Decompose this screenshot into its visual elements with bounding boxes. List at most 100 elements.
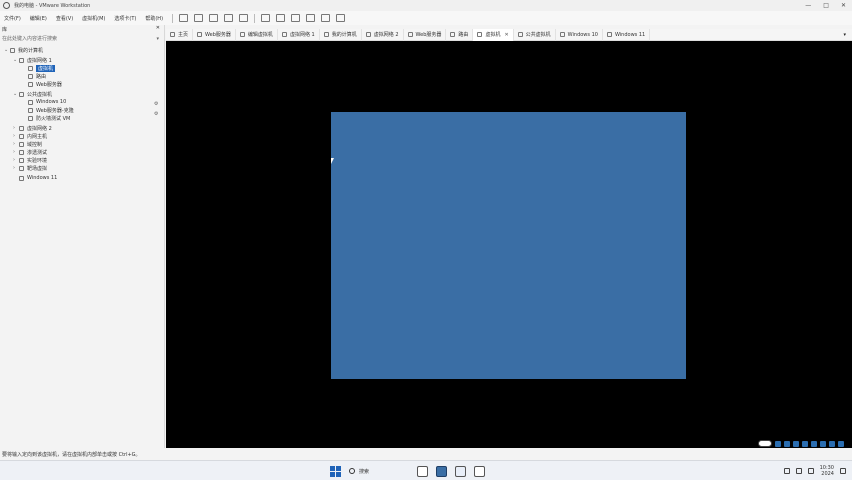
- vm-tab[interactable]: Web服务器: [193, 28, 236, 41]
- tab-list-chevron-icon[interactable]: ▾: [843, 32, 846, 38]
- vm-tab[interactable]: 路由: [446, 28, 474, 41]
- revert-snapshot-icon[interactable]: [224, 14, 234, 22]
- menu-edit[interactable]: 编辑(E): [30, 15, 47, 22]
- volume-icon[interactable]: [795, 468, 802, 474]
- chevron-down-icon[interactable]: ▾: [156, 36, 159, 42]
- vmware-icon: [3, 2, 10, 9]
- tree-item[interactable]: › 渗透测试: [13, 148, 47, 156]
- network-icon[interactable]: [783, 468, 790, 474]
- minimize-button[interactable]: —: [805, 2, 811, 9]
- vm-tab[interactable]: 虚拟机 ✕: [473, 28, 514, 41]
- close-tab-icon[interactable]: ✕: [504, 32, 508, 38]
- battery-icon[interactable]: [807, 468, 814, 474]
- shared-icon: ⚙: [154, 101, 159, 107]
- vm-tab[interactable]: Web服务器: [404, 28, 447, 41]
- unity-icon[interactable]: [306, 14, 316, 22]
- notification-icon[interactable]: [840, 468, 846, 474]
- vm-tab[interactable]: Windows 11: [603, 28, 651, 41]
- status-bar: 要将输入定向到该虚拟机，请在虚拟机内部单击或按 Ctrl+G。: [0, 448, 852, 460]
- home-icon: [170, 32, 175, 37]
- toolbar-separator: [172, 13, 174, 23]
- full-screen-icon[interactable]: [291, 14, 301, 22]
- send-ctrl-alt-del-icon[interactable]: [194, 14, 204, 22]
- tree-item[interactable]: › 域控制: [13, 140, 42, 148]
- snapshot-icon[interactable]: [209, 14, 219, 22]
- console-view-icon[interactable]: [321, 14, 331, 22]
- sound-icon[interactable]: [811, 440, 817, 447]
- vm-tab[interactable]: 虚拟网络 2: [362, 28, 404, 41]
- vm-tab[interactable]: 虚拟网络 1: [278, 28, 320, 41]
- tree-item[interactable]: ⌄ 虚拟网络 1: [13, 56, 52, 64]
- guest-screen[interactable]: [331, 112, 686, 379]
- input-indicator-icon[interactable]: [758, 440, 772, 447]
- tree-item[interactable]: ⌄ 我的计算机: [4, 46, 43, 54]
- tree-item[interactable]: Windows 11: [13, 174, 57, 182]
- vm-icon: [365, 32, 371, 37]
- tree-item[interactable]: › 内网主机: [13, 132, 47, 140]
- start-icon[interactable]: [330, 465, 341, 477]
- tree-item[interactable]: › 虚拟网络 2: [13, 124, 52, 132]
- close-button[interactable]: ✕: [841, 2, 846, 9]
- tree-item-label: 虚拟机: [36, 64, 56, 72]
- vm-icon: [559, 32, 565, 37]
- search-icon: [349, 468, 355, 474]
- tab-label: 虚拟机: [485, 32, 501, 38]
- cd-dvd-icon[interactable]: [784, 440, 790, 447]
- pause-icon[interactable]: [179, 14, 189, 22]
- tree-item-label: 靶场虚拟: [27, 165, 48, 172]
- tab-label: 公共虚拟机: [525, 32, 551, 38]
- maximize-button[interactable]: □: [823, 2, 829, 9]
- vm-tab[interactable]: Windows 10: [556, 28, 603, 41]
- vmware-taskbar-icon[interactable]: [436, 465, 447, 477]
- tree-item[interactable]: › 实验环境: [13, 156, 47, 164]
- tree-item-label: 防火墙测试 VM: [36, 115, 71, 122]
- tab-label: Web服务器: [205, 32, 231, 38]
- hard-disk-icon[interactable]: [775, 440, 781, 447]
- message-icon[interactable]: [838, 440, 844, 447]
- display-icon[interactable]: [829, 440, 835, 447]
- vm-tab[interactable]: 主页: [166, 28, 194, 41]
- library-search-input[interactable]: 在此处键入内容进行搜索 ▾: [2, 34, 162, 43]
- taskbar-app-icon[interactable]: [474, 465, 485, 477]
- tree-item-label: 虚拟网络 2: [27, 125, 52, 132]
- network-adapter-icon[interactable]: [793, 440, 799, 447]
- show-library-icon[interactable]: [261, 14, 271, 22]
- folder-icon: [19, 91, 24, 97]
- vm-icon: [281, 32, 287, 37]
- tree-item[interactable]: Web服务器: [22, 80, 62, 88]
- shared-icon: ⚙: [154, 111, 159, 117]
- tree-item[interactable]: Web服务器-克隆: [22, 106, 74, 114]
- thumbnail-bar-icon[interactable]: [276, 14, 286, 22]
- search-placeholder: 在此处键入内容进行搜索: [2, 36, 58, 42]
- clock[interactable]: 10:30 2024: [820, 465, 834, 477]
- tree-item[interactable]: 虚拟机: [22, 64, 56, 72]
- tree-item[interactable]: 路由: [22, 72, 46, 80]
- menu-view[interactable]: 查看(V): [56, 15, 73, 22]
- folder-icon: [19, 149, 24, 155]
- taskbar-search[interactable]: 搜索: [349, 468, 409, 475]
- close-library-icon[interactable]: ✕: [156, 25, 160, 31]
- window-title: 我的电脑 - VMware Workstation: [14, 3, 91, 9]
- printer-icon[interactable]: [820, 440, 826, 447]
- tree-item[interactable]: › 靶场虚拟: [13, 164, 47, 172]
- stretch-guest-icon[interactable]: [336, 14, 346, 22]
- menu-tabs[interactable]: 选项卡(T): [114, 15, 136, 22]
- taskbar-app-icon[interactable]: [417, 465, 428, 477]
- tree-item-label: 内网主机: [27, 133, 48, 140]
- vm-icon: [606, 32, 612, 37]
- usb-icon[interactable]: [802, 440, 808, 447]
- taskbar-app-icon[interactable]: [455, 465, 466, 477]
- menu-file[interactable]: 文件(F): [4, 15, 21, 22]
- vm-icon: [323, 32, 329, 37]
- vm-icon: [407, 32, 413, 37]
- menu-help[interactable]: 帮助(H): [145, 15, 163, 22]
- tree-item[interactable]: 防火墙测试 VM: [22, 114, 70, 122]
- tree-item-label: 虚拟网络 1: [27, 57, 52, 64]
- snapshot-manager-icon[interactable]: [239, 14, 249, 22]
- vm-tab[interactable]: 编辑虚拟机: [236, 28, 278, 41]
- tree-item[interactable]: Windows 10: [22, 98, 66, 106]
- tree-item[interactable]: ⌄ 公共虚拟机: [13, 90, 52, 98]
- vm-tab[interactable]: 我的计算机: [320, 28, 362, 41]
- menu-vm[interactable]: 虚拟机(M): [82, 15, 105, 22]
- vm-tab[interactable]: 公共虚拟机: [514, 28, 556, 41]
